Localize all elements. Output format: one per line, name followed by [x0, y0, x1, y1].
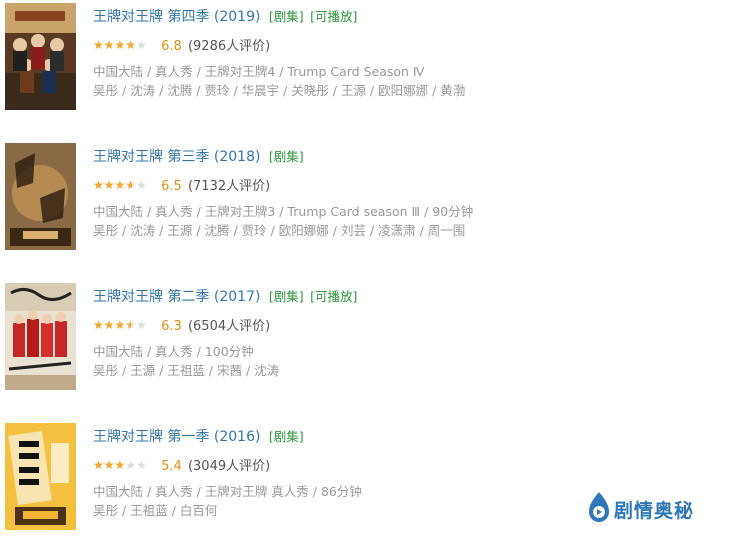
rating-count: (7132人评价)	[187, 179, 271, 194]
watermark-logo: 剧情奥秘	[586, 490, 716, 526]
rating-stars-icon: ★★★★★ ★★★★★	[93, 178, 147, 192]
rating-score: 6.3	[161, 319, 182, 334]
search-results-page: 王牌对王牌 第四季 (2019) [剧集] [可播放] ★★★★★ ★★★★★ …	[0, 0, 731, 538]
rating-stars-icon: ★★★★★ ★★★★★	[93, 38, 147, 52]
tag-series: [剧集]	[268, 149, 304, 164]
rating-line: ★★★★★ ★★★★★ 6.5 (7132人评价)	[93, 178, 270, 196]
rating-stars-icon: ★★★★★ ★★★★★	[93, 318, 147, 332]
tag-series: [剧集]	[268, 9, 304, 24]
rating-score: 6.8	[161, 39, 182, 54]
rating-count: (9286人评价)	[187, 39, 271, 54]
tag-series: [剧集]	[268, 429, 304, 444]
rating-score: 6.5	[161, 179, 182, 194]
rating-line: ★★★★★ ★★★★★ 6.8 (9286人评价)	[93, 38, 270, 56]
tag-playable[interactable]: [可播放]	[310, 9, 357, 24]
result-title-link[interactable]: 王牌对王牌 第四季 (2019)	[93, 9, 260, 25]
poster-image[interactable]	[5, 283, 76, 390]
logo-text: 剧情奥秘	[614, 500, 695, 522]
meta-info: 中国大陆 / 真人秀 / 王牌对王牌3 / Trump Card season …	[93, 204, 474, 219]
meta-info: 中国大陆 / 真人秀 / 100分钟	[93, 344, 254, 359]
rating-count: (6504人评价)	[187, 319, 271, 334]
result-item: 王牌对王牌 第三季 (2018) [剧集] ★★★★★ ★★★★★ 6.5 (7…	[5, 143, 705, 253]
rating-line: ★★★★★ ★★★★★ 5.4 (3049人评价)	[93, 458, 270, 476]
rating-stars-icon: ★★★★★ ★★★★★	[93, 458, 147, 472]
poster-image[interactable]	[5, 423, 76, 530]
title-line: 王牌对王牌 第二季 (2017) [剧集] [可播放]	[93, 288, 357, 306]
meta-info: 中国大陆 / 真人秀 / 王牌对王牌4 / Trump Card Season …	[93, 64, 425, 79]
poster-image[interactable]	[5, 143, 76, 250]
rating-line: ★★★★★ ★★★★★ 6.3 (6504人评价)	[93, 318, 270, 336]
meta-info: 中国大陆 / 真人秀 / 王牌对王牌 真人秀 / 86分钟	[93, 484, 362, 499]
title-line: 王牌对王牌 第一季 (2016) [剧集]	[93, 428, 304, 446]
cast-list: 吴彤 / 王源 / 王祖蓝 / 宋茜 / 沈涛	[93, 363, 280, 378]
cast-list: 吴彤 / 沈涛 / 王源 / 沈腾 / 贾玲 / 欧阳娜娜 / 刘芸 / 凌潇肃…	[93, 223, 466, 238]
rating-score: 5.4	[161, 459, 182, 474]
title-line: 王牌对王牌 第四季 (2019) [剧集] [可播放]	[93, 8, 357, 26]
result-item: 王牌对王牌 第四季 (2019) [剧集] [可播放] ★★★★★ ★★★★★ …	[5, 3, 705, 113]
result-title-link[interactable]: 王牌对王牌 第二季 (2017)	[93, 289, 260, 305]
logo-icon	[589, 492, 609, 522]
result-item: 王牌对王牌 第二季 (2017) [剧集] [可播放] ★★★★★ ★★★★★ …	[5, 283, 705, 393]
cast-list: 吴彤 / 王祖蓝 / 白百何	[93, 503, 218, 518]
poster-image[interactable]	[5, 3, 76, 110]
title-line: 王牌对王牌 第三季 (2018) [剧集]	[93, 148, 304, 166]
cast-list: 吴彤 / 沈涛 / 沈腾 / 贾玲 / 华晨宇 / 关晓彤 / 王源 / 欧阳娜…	[93, 83, 466, 98]
result-title-link[interactable]: 王牌对王牌 第一季 (2016)	[93, 429, 260, 445]
rating-count: (3049人评价)	[187, 459, 271, 474]
result-title-link[interactable]: 王牌对王牌 第三季 (2018)	[93, 149, 260, 165]
tag-series: [剧集]	[268, 289, 304, 304]
tag-playable[interactable]: [可播放]	[310, 289, 357, 304]
